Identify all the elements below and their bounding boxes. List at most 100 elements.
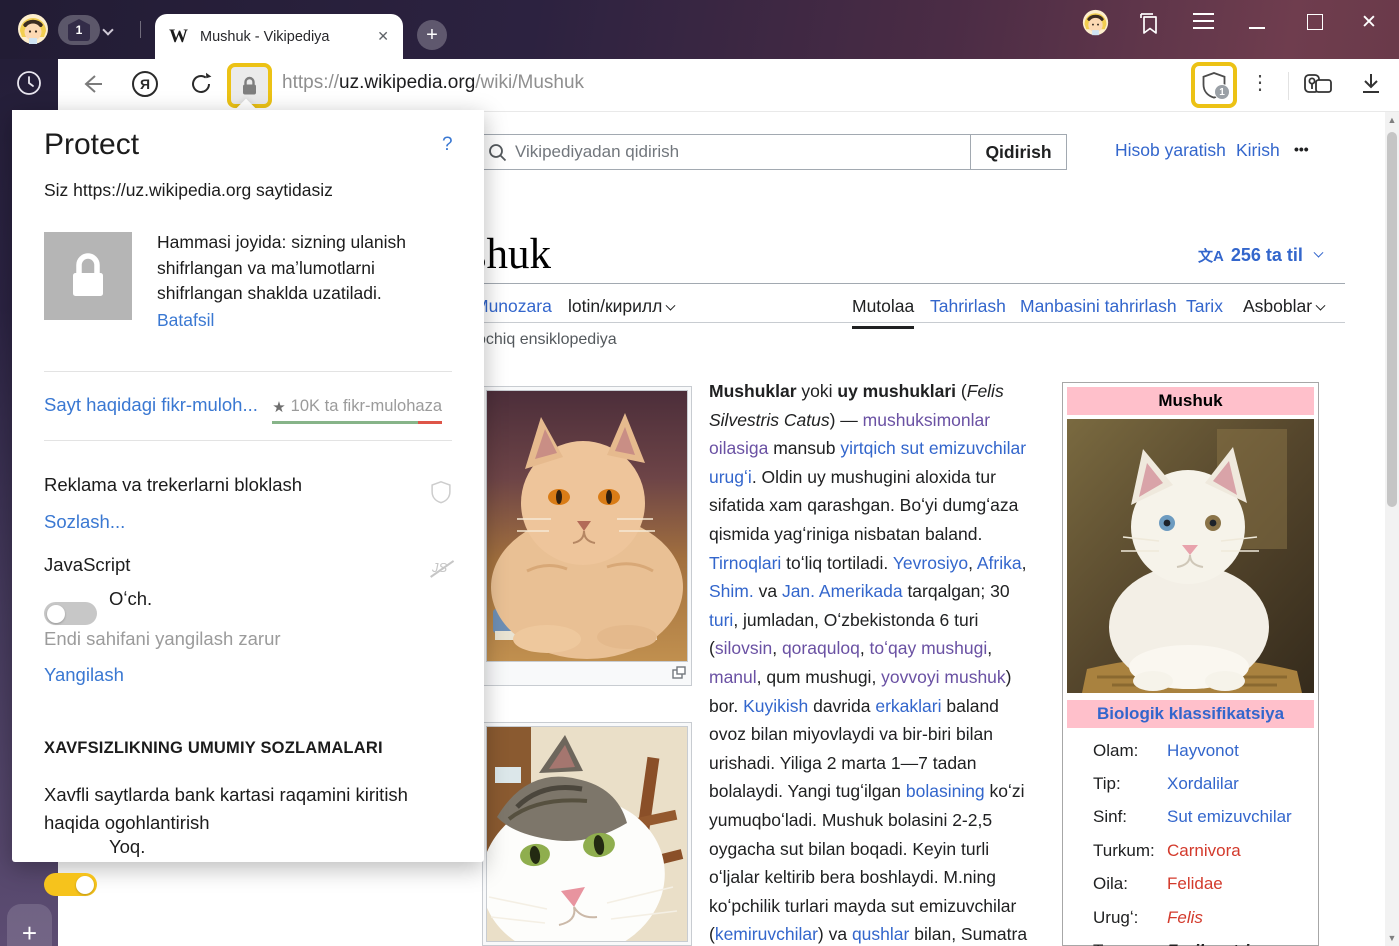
wiki-search[interactable] (477, 134, 971, 170)
tabs-divider (410, 322, 1345, 323)
javascript-toggle[interactable] (44, 602, 97, 625)
create-account-link[interactable]: Hisob yaratish (1115, 140, 1226, 161)
taxonomy-row: Tur:F. silvestris (1067, 934, 1314, 946)
article-image-white-cat[interactable] (482, 722, 692, 946)
language-selector[interactable]: 文A 256 ta til (1198, 245, 1322, 266)
bank-warning-toggle[interactable] (44, 873, 97, 896)
lock-icon (68, 252, 108, 300)
chevron-down-icon (666, 301, 676, 311)
details-link[interactable]: Batafsil (157, 310, 214, 331)
taxonomy-row: Sinf:Sut emizuvchilar (1067, 801, 1314, 834)
javascript-label: JavaScript (44, 554, 130, 576)
search-icon (488, 143, 507, 162)
tab-counter-badge: 1 (68, 19, 90, 41)
browser-tab[interactable]: W Mushuk - Vikipediya ✕ (155, 14, 403, 59)
infobox-image-white-kitten[interactable] (1067, 419, 1314, 698)
article-text: Mushuklar yoki uy mushuklari (Felis Silv… (709, 377, 1037, 946)
taxonomy-row: Oila:Felidae (1067, 868, 1314, 901)
titlebar-separator (140, 21, 141, 38)
javascript-state-label: Oʻch. (109, 588, 152, 610)
tools-dropdown[interactable]: Asboblar (1243, 296, 1324, 317)
orange-cat-photo (487, 391, 688, 662)
site-subtitle: ochiq ensiklopediya (477, 331, 617, 349)
adblock-label: Reklama va trekerlarni bloklash (44, 474, 302, 496)
star-icon: ★ (272, 398, 285, 416)
yandex-icon[interactable]: Я (132, 71, 158, 97)
bookmarks-icon[interactable] (1136, 12, 1162, 36)
chevron-down-icon (1313, 248, 1323, 258)
shield-badge: 1 (1214, 84, 1230, 100)
rating-bar-positive (272, 421, 418, 424)
image-expand-icon[interactable] (672, 666, 686, 679)
address-bar[interactable]: https://uz.wikipedia.org/wiki/Mushuk (282, 72, 584, 94)
maximize-icon[interactable] (1307, 14, 1323, 30)
chevron-down-icon (1316, 301, 1326, 311)
divider (44, 371, 452, 372)
taxonomy-row: Turkum:Carnivora (1067, 834, 1314, 867)
tab-counter[interactable]: 1 (58, 15, 100, 45)
rating-bar-negative (418, 421, 442, 424)
downloads-icon[interactable] (1358, 70, 1384, 98)
scrollbar-up-icon[interactable]: ▲ (1385, 112, 1399, 128)
menu-icon[interactable] (1193, 13, 1214, 29)
bank-warning-state-label: Yoq. (109, 836, 145, 858)
variant-dropdown[interactable]: lotin/кирилл (568, 296, 674, 317)
profile-avatar[interactable] (1082, 9, 1109, 36)
reload-icon[interactable] (188, 71, 214, 97)
article-image-orange-cat[interactable] (482, 386, 692, 686)
wikipedia-favicon: W (169, 26, 188, 48)
white-cat-photo (487, 727, 688, 942)
password-manager-icon[interactable] (1302, 70, 1334, 100)
back-icon[interactable] (78, 71, 104, 97)
connection-lock-tile (44, 232, 132, 320)
protect-panel: Protect ? Siz https://uz.wikipedia.org s… (12, 110, 484, 862)
reload-page-link[interactable]: Yangilash (44, 664, 124, 686)
taxonomy-row: Tip:Xordalilar (1067, 767, 1314, 800)
protect-site-line: Siz https://uz.wikipedia.org saytidasiz (44, 180, 333, 201)
protect-title: Protect (44, 128, 139, 162)
search-button[interactable]: Qidirish (970, 134, 1067, 170)
tab-munozara[interactable]: Munozara (474, 296, 552, 317)
title-divider (410, 283, 1345, 284)
infobox: Mushuk Biologik klassifikatsiya Olam:Hay… (1062, 382, 1319, 946)
infobox-title: Mushuk (1067, 387, 1314, 415)
javascript-disabled-icon: JS (432, 560, 904, 575)
bank-warning-label: Xavfli saytlarda bank kartasi raqamini k… (44, 781, 424, 836)
adblock-shield-icon (430, 480, 452, 504)
new-tab-button[interactable]: + (417, 20, 447, 50)
tab-tahrirlash[interactable]: Tahrirlash (930, 296, 1006, 317)
taxonomy-table: Olam:HayvonotTip:XordalilarSinf:Sut emiz… (1067, 734, 1314, 946)
tab-manbasini-tahrirlash[interactable]: Manbasini tahrirlash (1020, 296, 1177, 317)
toolbar-separator (1288, 72, 1289, 100)
user-avatar[interactable] (17, 13, 49, 45)
scrollbar-down-icon[interactable]: ▼ (1385, 930, 1399, 946)
login-link[interactable]: Kirish (1236, 140, 1280, 161)
search-input[interactable] (515, 142, 935, 162)
tab-mutolaa[interactable]: Mutolaa (852, 296, 914, 329)
protect-shield-button[interactable]: 1 (1191, 62, 1237, 108)
adblock-settings-link[interactable]: Sozlash... (44, 511, 125, 533)
browser-titlebar: 1 W Mushuk - Vikipediya ✕ + ✕ (0, 0, 1399, 59)
toolbar-kebab-icon[interactable]: ⋮ (1250, 70, 1270, 95)
close-window-icon[interactable]: ✕ (1358, 11, 1380, 33)
feedback-rating: ★ 10K ta fikr-mulohaza (270, 397, 442, 416)
tab-tarix[interactable]: Tarix (1186, 296, 1223, 317)
divider (44, 440, 452, 441)
tab-list-chevron[interactable] (104, 21, 112, 39)
user-menu-ellipsis[interactable]: ••• (1294, 141, 1309, 157)
security-settings-heading: XAVFSIZLIKNING UMUMIY SOZLAMALARI (44, 739, 383, 758)
taxonomy-row: Olam:Hayvonot (1067, 734, 1314, 767)
language-icon: 文A (1198, 245, 1224, 266)
rating-bar (272, 421, 442, 424)
protect-help-link[interactable]: ? (442, 134, 453, 156)
connection-status-text: Hammasi joyida: sizning ulanish shifrlan… (157, 230, 445, 307)
white-kitten-photo (1067, 419, 1314, 693)
tab-title: Mushuk - Vikipediya (200, 29, 365, 45)
minimize-icon[interactable] (1249, 27, 1265, 29)
scrollbar-thumb[interactable] (1387, 132, 1397, 507)
history-icon[interactable] (16, 70, 42, 96)
tab-close-icon[interactable]: ✕ (377, 28, 389, 45)
sidebar-add-button[interactable]: + (7, 904, 52, 946)
infobox-section-header: Biologik klassifikatsiya (1067, 700, 1314, 728)
site-feedback-link[interactable]: Sayt haqidagi fikr-muloh... (44, 394, 258, 416)
